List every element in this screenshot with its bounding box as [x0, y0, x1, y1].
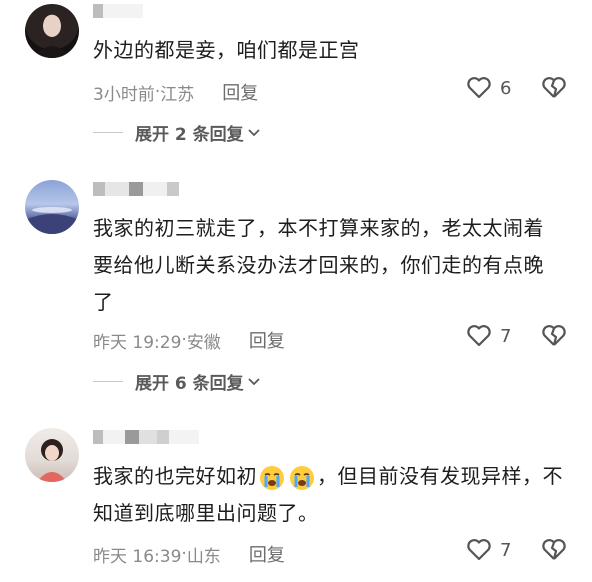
chevron-down-icon: [248, 128, 260, 136]
avatar[interactable]: [25, 180, 79, 234]
like-button[interactable]: 7: [466, 538, 511, 562]
username-masked[interactable]: [93, 430, 199, 444]
chevron-down-icon: [248, 377, 260, 385]
expand-replies-label: 展开 6 条回复: [135, 374, 244, 394]
comment-meta: 昨天 16:39 · 山东 回复: [93, 541, 285, 567]
like-count: 6: [500, 77, 512, 99]
dislike-button[interactable]: [541, 538, 567, 566]
like-count: 7: [500, 539, 512, 561]
expand-replies-label: 展开 2 条回复: [135, 125, 244, 145]
like-button[interactable]: 7: [466, 324, 511, 348]
avatar-image: [33, 15, 71, 58]
broken-heart-icon: [542, 539, 566, 560]
reply-button[interactable]: 回复: [249, 541, 285, 567]
broken-heart-icon: [542, 77, 566, 98]
heart-icon: [467, 77, 491, 99]
divider: [93, 381, 123, 382]
comment-text-part: 我家的也完好如初: [93, 464, 257, 488]
timestamp: 3小时前: [93, 84, 155, 105]
reply-button[interactable]: 回复: [222, 79, 258, 105]
dislike-button[interactable]: [541, 76, 567, 104]
heart-icon: [467, 539, 491, 561]
divider: [93, 132, 123, 133]
crying-face-icon: [290, 465, 314, 490]
dislike-button[interactable]: [541, 324, 567, 352]
like-count: 7: [500, 325, 512, 347]
expand-replies-button[interactable]: 展开 2 条回复: [93, 120, 260, 145]
comment-text: 外边的都是妾，咱们都是正宫: [93, 38, 360, 62]
comment-text: 我家的也完好如初 ，但目前没有发现异样，不知道到底哪里出问题了。: [93, 458, 563, 532]
heart-icon: [467, 325, 491, 347]
location: 江苏: [160, 84, 195, 105]
comment-text: 我家的初三就走了，本不打算来家的，老太太闹着要给他儿断关系没办法才回来的，你们走…: [93, 216, 544, 314]
expand-replies-button[interactable]: 展开 6 条回复: [93, 369, 260, 394]
broken-heart-icon: [542, 325, 566, 346]
username-masked[interactable]: [93, 4, 143, 18]
crying-face-icon: [260, 465, 284, 490]
comment-meta: 3小时前 · 江苏 回复: [93, 79, 258, 105]
location: 安徽: [186, 332, 221, 353]
location: 山东: [186, 546, 221, 567]
avatar[interactable]: [25, 4, 79, 58]
comment-meta: 昨天 19:29 · 安徽 回复: [93, 327, 285, 353]
avatar-image: [37, 439, 67, 482]
timestamp: 昨天 16:39: [93, 546, 182, 567]
avatar[interactable]: [25, 428, 79, 482]
avatar-image: [25, 207, 79, 234]
username-masked[interactable]: [93, 182, 179, 196]
reply-button[interactable]: 回复: [249, 327, 285, 353]
like-button[interactable]: 6: [466, 76, 511, 100]
timestamp: 昨天 19:29: [93, 332, 182, 353]
